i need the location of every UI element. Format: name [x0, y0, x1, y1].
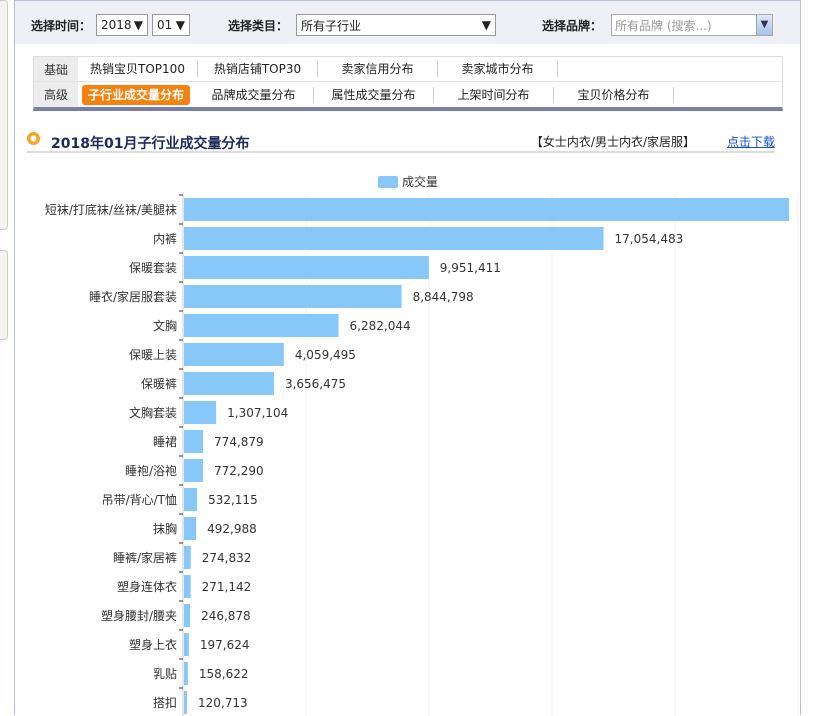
value-label: 274,832 — [202, 551, 252, 565]
bar — [184, 314, 339, 337]
bullet-icon — [27, 132, 40, 145]
legend-label: 成交量 — [402, 175, 439, 189]
chart-legend[interactable]: 成交量 — [378, 173, 438, 190]
category-label: 睡裙 — [153, 435, 177, 449]
year-select[interactable]: 2018 ▼ — [96, 14, 148, 36]
tab-attribute-volume[interactable]: 属性成交量分布 — [314, 86, 434, 103]
category-label: 短袜/打底袜/丝袜/美腿袜 — [45, 202, 177, 217]
filter-bar: 选择时间： 2018 ▼ 01 ▼ 选择类目： 所有子行业 ▼ 选择品牌： 所有品牌 … — [15, 1, 800, 44]
value-label: 4,059,495 — [295, 348, 356, 362]
month-value: 01 — [157, 18, 173, 32]
tab-category-basic: 基础 — [34, 57, 78, 81]
tab-listing-time[interactable]: 上架时间分布 — [434, 86, 554, 103]
bar — [184, 372, 274, 395]
category-value: 所有子行业 — [301, 18, 362, 33]
value-label: 197,624 — [200, 638, 250, 652]
bar — [184, 430, 204, 453]
bar — [184, 546, 191, 569]
category-label: 睡裤/家居裤 — [113, 550, 177, 565]
category-label: 睡衣/家居服套装 — [89, 289, 177, 304]
category-label: 睡袍/浴袍 — [125, 463, 177, 478]
tab-seller-credit[interactable]: 卖家信用分布 — [318, 61, 438, 77]
brand-search-input[interactable]: 所有品牌 (搜索...) ▼ — [611, 14, 773, 36]
left-panel-lower — [0, 250, 8, 340]
tab-subindustry-volume[interactable]: 子行业成交量分布 — [82, 84, 190, 105]
bar — [184, 691, 187, 714]
bar — [184, 198, 790, 221]
category-label: 塑身连体衣 — [117, 579, 177, 594]
bar — [184, 227, 604, 250]
tab-brand-volume[interactable]: 品牌成交量分布 — [194, 86, 314, 103]
value-label: 492,988 — [207, 522, 257, 536]
chevron-down-icon: ▼ — [175, 18, 185, 32]
legend-swatch — [378, 175, 398, 188]
bar — [184, 662, 188, 685]
main-frame: 选择时间： 2018 ▼ 01 ▼ 选择类目： 所有子行业 ▼ 选择品牌： 所有品牌 … — [14, 0, 801, 716]
value-label: 8,844,798 — [413, 290, 474, 304]
category-label: 乳贴 — [153, 667, 177, 681]
year-value: 2018 — [101, 18, 132, 32]
category-label: 搭扣 — [153, 696, 177, 710]
value-label: 271,142 — [202, 580, 252, 594]
value-label: 2 — [800, 203, 801, 217]
left-panel — [0, 0, 8, 230]
value-label: 6,282,044 — [350, 319, 411, 333]
value-label: 3,656,475 — [285, 377, 346, 391]
bar — [184, 401, 217, 424]
category-label: 塑身上衣 — [129, 637, 177, 652]
category-label: 抹胸 — [153, 521, 177, 536]
month-select[interactable]: 01 ▼ — [152, 14, 190, 36]
bar — [184, 488, 198, 511]
category-select[interactable]: 所有子行业 ▼ — [296, 14, 496, 36]
tab-top100-items[interactable]: 热销宝贝TOP100 — [78, 61, 198, 77]
value-label: 772,290 — [214, 464, 264, 478]
value-label: 9,951,411 — [440, 261, 501, 275]
chevron-down-icon: ▼ — [133, 18, 143, 32]
tab-row-advanced: 高级 子行业成交量分布 品牌成交量分布 属性成交量分布 上架时间分布 宝贝价格分… — [34, 82, 782, 107]
category-label: 塑身腰封/腰夹 — [101, 608, 177, 623]
category-path: 【女士内衣/男士内衣/家居服】 — [530, 135, 695, 149]
value-label: 774,879 — [214, 435, 264, 449]
tab-category-advanced: 高级 — [34, 82, 78, 107]
bar — [184, 459, 203, 482]
bar — [184, 285, 402, 308]
bar — [184, 604, 191, 627]
value-label: 17,054,483 — [615, 232, 684, 246]
category-label: 文胸 — [153, 318, 177, 333]
category-label: 保暖裤 — [141, 377, 177, 391]
section-header: 2018年01月子行业成交量分布 【女士内衣/男士内衣/家居服】 点击下载 — [27, 129, 775, 153]
brand-placeholder: 所有品牌 (搜索...) — [615, 19, 712, 33]
category-label: 文胸套装 — [129, 405, 177, 420]
tab-row-basic: 基础 热销宝贝TOP100 热销店铺TOP30 卖家信用分布 卖家城市分布 — [34, 57, 782, 82]
chevron-down-icon[interactable]: ▼ — [756, 15, 772, 35]
brand-label: 选择品牌： — [542, 19, 603, 33]
time-label: 选择时间： — [31, 19, 92, 33]
category-label: 内裤 — [153, 232, 177, 246]
bar — [184, 343, 284, 366]
bar — [184, 256, 429, 279]
category-label: 保暖上装 — [129, 348, 177, 362]
tab-top30-shops[interactable]: 热销店铺TOP30 — [198, 61, 318, 77]
value-label: 246,878 — [201, 609, 251, 623]
value-label: 1,307,104 — [227, 406, 288, 420]
bar — [184, 575, 191, 598]
value-label: 158,622 — [199, 667, 249, 681]
category-label: 吊带/背心/T恤 — [102, 493, 177, 507]
value-label: 120,713 — [198, 696, 248, 710]
download-link[interactable]: 点击下载 — [727, 133, 775, 150]
category-label: 保暖套装 — [129, 261, 177, 275]
bar-chart: 短袜/打底袜/丝袜/美腿袜 2 内裤 17,054,483 保暖套装 9,951,411 睡… — [45, 193, 801, 716]
tab-price-distribution[interactable]: 宝贝价格分布 — [554, 86, 674, 103]
report-tabs: 基础 热销宝贝TOP100 热销店铺TOP30 卖家信用分布 卖家城市分布 高级… — [33, 56, 783, 111]
value-label: 532,115 — [208, 493, 258, 507]
chevron-down-icon: ▼ — [481, 18, 491, 32]
bar — [184, 517, 197, 540]
section-title: 2018年01月子行业成交量分布 — [51, 136, 250, 152]
bar — [184, 633, 189, 656]
tab-seller-city[interactable]: 卖家城市分布 — [438, 61, 558, 77]
category-label: 选择类目： — [228, 19, 289, 33]
